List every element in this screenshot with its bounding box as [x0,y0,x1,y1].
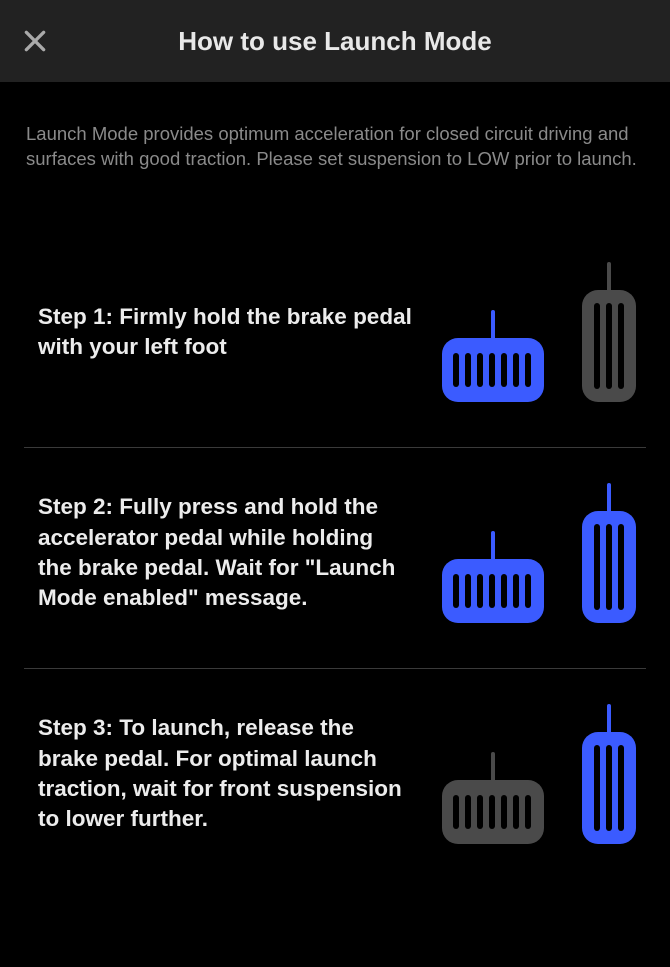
pedals-illustration [442,483,646,623]
brake-pedal-icon [442,531,544,623]
steps-list: Step 1: Firmly hold the brake pedal with… [24,227,646,889]
close-button[interactable] [22,28,48,54]
intro-text: Launch Mode provides optimum acceleratio… [24,82,646,172]
step-label: Step 1: Firmly hold the brake pedal with… [24,302,442,363]
page-title: How to use Launch Mode [20,26,650,57]
step-label: Step 3: To launch, release the brake ped… [24,713,442,835]
header: How to use Launch Mode [0,0,670,82]
step-item: Step 2: Fully press and hold the acceler… [24,448,646,669]
step-label: Step 2: Fully press and hold the acceler… [24,492,442,614]
accelerator-pedal-icon [582,704,636,844]
close-icon [22,28,48,54]
brake-pedal-icon [442,310,544,402]
pedals-illustration [442,262,646,402]
brake-pedal-icon [442,752,544,844]
step-item: Step 1: Firmly hold the brake pedal with… [24,227,646,448]
content: Launch Mode provides optimum acceleratio… [0,82,670,889]
pedals-illustration [442,704,646,844]
accelerator-pedal-icon [582,262,636,402]
accelerator-pedal-icon [582,483,636,623]
step-item: Step 3: To launch, release the brake ped… [24,669,646,889]
